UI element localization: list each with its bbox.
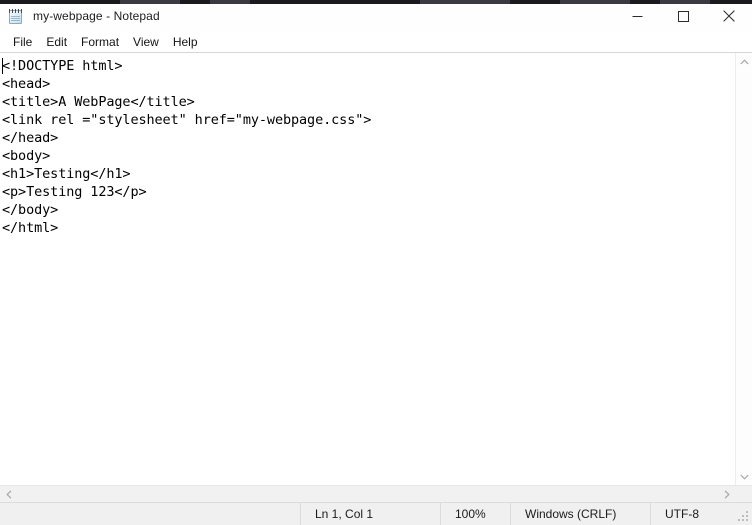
status-bar: Ln 1, Col 1 100% Windows (CRLF) UTF-8: [0, 502, 752, 525]
maximize-button[interactable]: [660, 0, 706, 32]
vertical-scrollbar[interactable]: [735, 53, 752, 485]
editor-content[interactable]: <!DOCTYPE html> <head> <title>A WebPage<…: [0, 57, 735, 237]
text-editor[interactable]: <!DOCTYPE html> <head> <title>A WebPage<…: [0, 53, 735, 485]
chevron-right-icon: [724, 489, 730, 499]
text-caret: [2, 58, 3, 74]
horizontal-scroll-track[interactable]: [17, 485, 718, 502]
menu-item-help[interactable]: Help: [166, 32, 205, 52]
status-line-ending[interactable]: Windows (CRLF): [510, 503, 650, 525]
menu-item-file[interactable]: File: [6, 32, 39, 52]
scroll-right-button[interactable]: [718, 486, 735, 503]
menu-bar: File Edit Format View Help: [0, 32, 752, 52]
scroll-up-button[interactable]: [736, 53, 752, 70]
scrollbar-corner: [735, 485, 752, 502]
notepad-icon: [8, 8, 24, 25]
chevron-down-icon: [739, 474, 749, 480]
chevron-left-icon: [5, 489, 11, 499]
minimize-button[interactable]: [614, 0, 660, 32]
title-bar[interactable]: my-webpage - Notepad: [0, 0, 752, 32]
window-controls: [614, 0, 752, 32]
status-zoom-level[interactable]: 100%: [440, 503, 510, 525]
chevron-up-icon: [739, 58, 749, 64]
window-top-edge-strip: [0, 0, 752, 4]
resize-grip-icon[interactable]: [738, 511, 749, 522]
close-button[interactable]: [706, 0, 752, 32]
maximize-icon: [677, 10, 689, 22]
status-bar-spacer: [0, 503, 300, 525]
minimize-icon: [632, 15, 642, 17]
notepad-window: my-webpage - Notepad File Edit Format Vi…: [0, 0, 752, 525]
scroll-left-button[interactable]: [0, 486, 17, 503]
status-cursor-position[interactable]: Ln 1, Col 1: [300, 503, 440, 525]
horizontal-scrollbar[interactable]: [0, 485, 752, 502]
editor-region: <!DOCTYPE html> <head> <title>A WebPage<…: [0, 52, 752, 502]
close-icon: [723, 10, 735, 22]
menu-item-view[interactable]: View: [126, 32, 166, 52]
scroll-down-button[interactable]: [736, 468, 752, 485]
vertical-scroll-track[interactable]: [735, 70, 752, 468]
menu-item-format[interactable]: Format: [74, 32, 126, 52]
status-encoding[interactable]: UTF-8: [650, 503, 752, 525]
window-title: my-webpage - Notepad: [33, 9, 160, 23]
menu-item-edit[interactable]: Edit: [39, 32, 74, 52]
